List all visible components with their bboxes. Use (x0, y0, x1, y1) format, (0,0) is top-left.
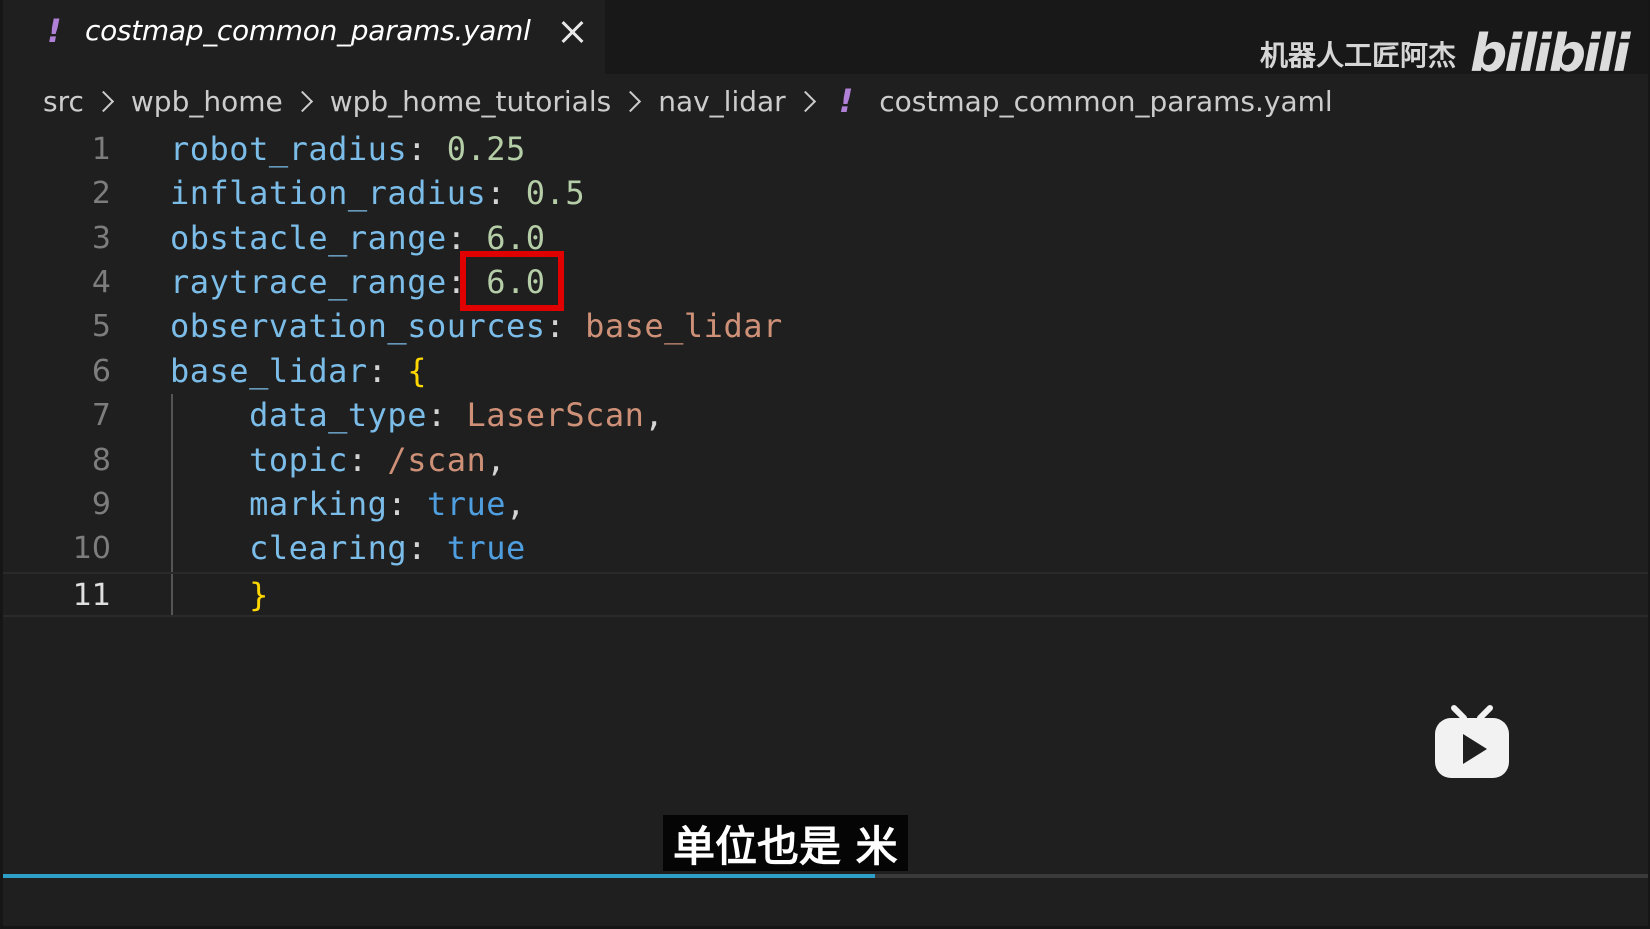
yaml-separator: : (486, 174, 526, 212)
code-text[interactable]: robot_radius: 0.25 (170, 130, 526, 168)
line-number: 2 (91, 176, 111, 211)
yaml-value: 0.5 (525, 174, 586, 212)
yaml-key: data_type (249, 396, 427, 434)
line-number: 10 (72, 531, 111, 566)
tab-costmap-common-params[interactable]: ! costmap_common_params.yaml (3, 0, 605, 74)
yaml-separator: : (545, 307, 586, 345)
code-text[interactable]: observation_sources: base_lidar (170, 307, 783, 345)
code-line[interactable]: 7 data_type: LaserScan, (3, 394, 1648, 439)
yaml-value: 0.25 (446, 130, 526, 168)
yaml-key: robot_radius (170, 130, 408, 168)
code-text[interactable]: marking: true, (170, 485, 526, 523)
yaml-key: obstacle_range (170, 219, 447, 257)
code-line[interactable]: 5 observation_sources: base_lidar (3, 305, 1648, 350)
breadcrumb-item-file[interactable]: costmap_common_params.yaml (879, 85, 1332, 118)
code-line[interactable]: 6 base_lidar: { (3, 350, 1648, 395)
yaml-value: true (426, 485, 507, 523)
yaml-exclamation-icon: ! (838, 82, 854, 120)
yaml-key: raytrace_range (170, 263, 447, 301)
breadcrumb-item-wpb-home-tutorials[interactable]: wpb_home_tutorials (330, 85, 611, 118)
code-text[interactable]: inflation_radius: 0.5 (170, 174, 585, 212)
yaml-value: LaserScan (466, 396, 645, 434)
channel-watermark: 机器人工匠阿杰 bilibili (1260, 24, 1630, 84)
yaml-comma: , (486, 441, 507, 479)
code-text[interactable]: data_type: LaserScan, (170, 396, 664, 434)
chevron-right-icon (794, 90, 816, 112)
line-number: 5 (91, 309, 111, 344)
editor-tab-strip: ! costmap_common_params.yaml 机器人工匠阿杰 bil… (3, 0, 1648, 84)
code-line[interactable]: 4 raytrace_range: 6.0 (3, 261, 1648, 306)
line-number: 9 (91, 487, 111, 522)
yaml-separator: : (387, 485, 427, 523)
yaml-separator: : (407, 529, 447, 567)
breadcrumb-item-src[interactable]: src (43, 85, 84, 118)
video-subtitle: 单位也是 米 (663, 815, 908, 871)
code-line[interactable]: 10 clearing: true (3, 527, 1648, 572)
code-text[interactable]: topic: /scan, (170, 441, 506, 479)
yaml-key: observation_sources (170, 307, 546, 345)
code-line[interactable]: 2 inflation_radius: 0.5 (3, 172, 1648, 217)
yaml-key: clearing (249, 529, 408, 567)
line-number: 8 (91, 443, 111, 478)
yaml-open-brace: { (407, 352, 427, 390)
line-number: 4 (91, 265, 111, 300)
chevron-right-icon (291, 90, 313, 112)
line-number: 3 (91, 221, 111, 256)
line-number: 6 (91, 354, 111, 389)
yaml-key: topic (249, 441, 348, 479)
close-icon[interactable] (556, 16, 588, 48)
bilibili-tv-play-icon[interactable] (1432, 704, 1512, 782)
code-text[interactable]: clearing: true (170, 529, 526, 567)
chevron-right-icon (92, 90, 114, 112)
yaml-separator: : (347, 441, 388, 479)
code-line[interactable]: 1 robot_radius: 0.25 (3, 128, 1648, 173)
yaml-close-brace: } (249, 576, 269, 614)
tab-title: costmap_common_params.yaml (85, 14, 531, 47)
yaml-exclamation-icon: ! (47, 12, 62, 50)
yaml-comma: , (644, 396, 665, 434)
line-number: 1 (91, 132, 111, 167)
yaml-key: inflation_radius (170, 174, 487, 212)
line-number: 7 (91, 398, 111, 433)
bilibili-logo: bilibili (1470, 24, 1630, 84)
code-line[interactable]: 3 obstacle_range: 6.0 (3, 217, 1648, 262)
line-number: 11 (72, 578, 111, 613)
yaml-value: base_lidar (585, 307, 783, 345)
code-line[interactable]: 9 marking: true, (3, 483, 1648, 528)
breadcrumb: src wpb_home wpb_home_tutorials nav_lida… (43, 78, 1333, 124)
watermark-author: 机器人工匠阿杰 (1260, 39, 1457, 72)
yaml-separator: : (426, 396, 467, 434)
yaml-separator: : (367, 352, 408, 390)
breadcrumb-item-wpb-home[interactable]: wpb_home (131, 85, 283, 118)
highlight-box (460, 251, 564, 311)
yaml-key: marking (249, 485, 388, 523)
video-frame: ! costmap_common_params.yaml 机器人工匠阿杰 bil… (3, 0, 1648, 926)
chevron-right-icon (620, 90, 642, 112)
yaml-key: base_lidar (170, 352, 368, 390)
code-text[interactable]: } (170, 576, 269, 614)
yaml-value: true (446, 529, 526, 567)
video-progress-fill (3, 874, 875, 878)
video-progress-bar[interactable] (3, 874, 1648, 878)
yaml-value: /scan (387, 441, 487, 479)
code-line-current[interactable]: 11 } (3, 572, 1648, 617)
breadcrumb-item-nav-lidar[interactable]: nav_lidar (658, 85, 785, 118)
code-text[interactable]: base_lidar: { (170, 352, 427, 390)
yaml-comma: , (506, 485, 526, 523)
code-line[interactable]: 8 topic: /scan, (3, 439, 1648, 484)
yaml-separator: : (407, 130, 447, 168)
